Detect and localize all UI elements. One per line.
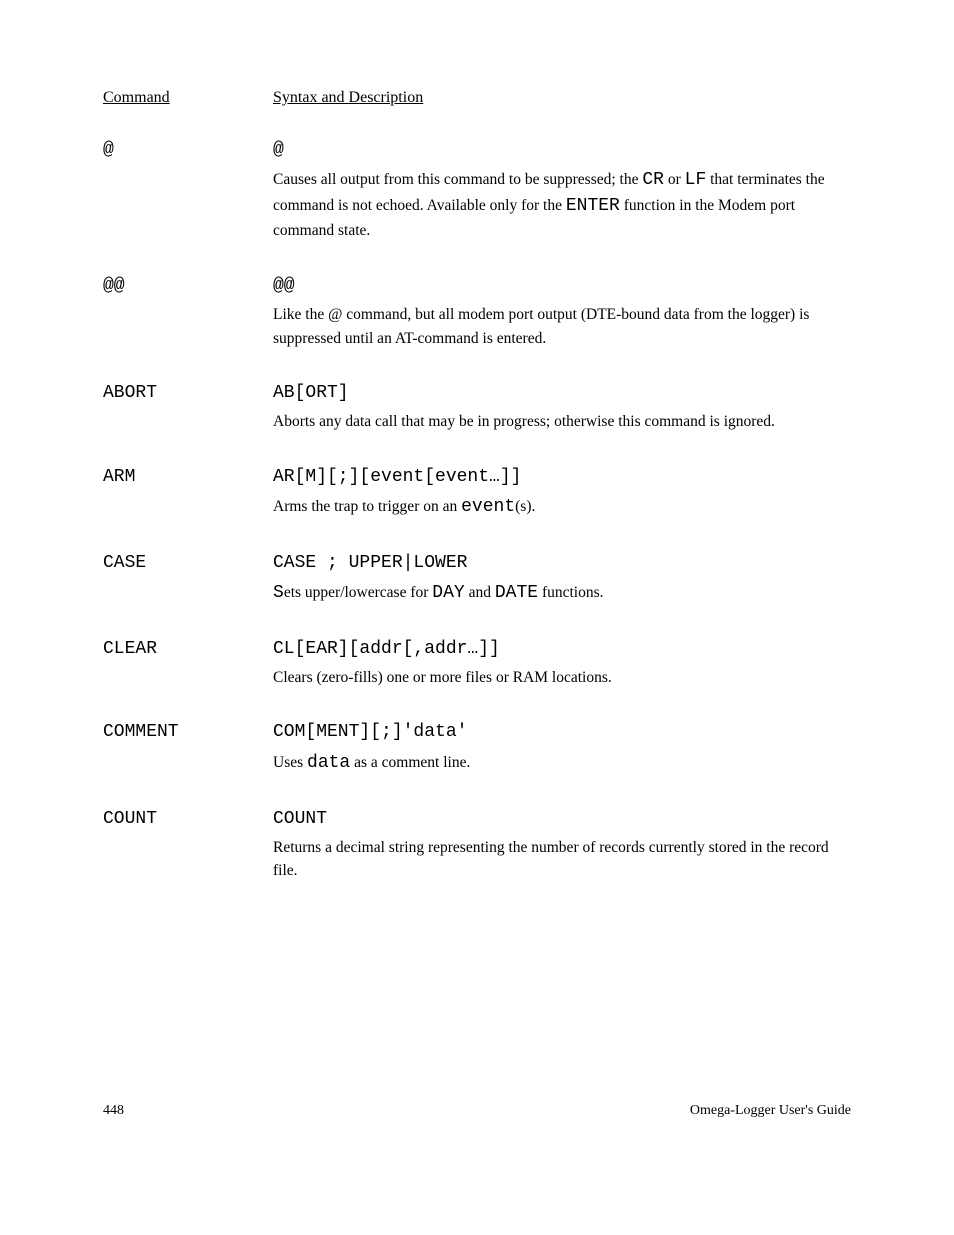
desc-text: Aborts any data call that may be in prog…: [273, 413, 775, 430]
inline-code: DAY: [432, 583, 464, 603]
desc-text: ets upper/lowercase for: [284, 584, 432, 601]
desc-text: Returns a decimal string representing th…: [273, 839, 829, 879]
command-syntax: CASE ; UPPER|LOWER: [273, 550, 851, 576]
command-description: Arms the trap to trigger on an event(s).: [273, 494, 851, 520]
document-page: Command Syntax and Description @@Causes …: [0, 0, 954, 1179]
desc-text: (s).: [515, 498, 535, 515]
page-number: 448: [103, 1103, 124, 1119]
command-body: @@ Like the @ command, but all modem port…: [273, 273, 851, 350]
command-body: AB[ORT] Aborts any data call that may be …: [273, 380, 851, 434]
command-body: CL[EAR][addr[,addr…]] Clears (zero-fills)…: [273, 636, 851, 690]
footer: 448 Omega-Logger User's Guide: [103, 1103, 851, 1119]
command-body: CASE ; UPPER|LOWER Sets upper/lowercase f…: [273, 550, 851, 606]
command-description: Aborts any data call that may be in prog…: [273, 410, 851, 433]
command-syntax: AR[M][;][event[event…]]: [273, 464, 851, 490]
inline-code: ENTER: [566, 196, 620, 216]
command-body: AR[M][;][event[event…]] Arms the trap to …: [273, 464, 851, 520]
desc-text: functions.: [538, 584, 603, 601]
desc-text: Arms the trap to trigger on an: [273, 498, 461, 515]
command-syntax: AB[ORT]: [273, 380, 851, 406]
command-description: Like the @ command, but all modem port o…: [273, 303, 851, 350]
command-description: Sets upper/lowercase for DAY and DATE fu…: [273, 580, 851, 606]
desc-text: and: [465, 584, 495, 601]
command-list: @@Causes all output from this command to…: [103, 137, 851, 883]
command-name: CLEAR: [103, 636, 273, 690]
desc-text: as a comment line.: [350, 754, 470, 771]
desc-text: Like the @ command, but all modem port o…: [273, 306, 809, 346]
command-body: COM[MENT][;]'data' Uses data as a comment…: [273, 719, 851, 775]
inline-code: event: [461, 497, 515, 517]
header-syntax: Syntax and Description: [273, 88, 851, 107]
command-name: COMMENT: [103, 719, 273, 775]
command-description: Uses data as a comment line.: [273, 750, 851, 776]
desc-text: Causes all output from this command to b…: [273, 171, 642, 188]
command-name: COUNT: [103, 806, 273, 883]
command-entry: ABORTAB[ORT] Aborts any data call that ma…: [103, 380, 851, 434]
command-entry: COMMENTCOM[MENT][;]'data' Uses data as a …: [103, 719, 851, 775]
command-body: @ Causes all output from this command to …: [273, 137, 851, 243]
header-command: Command: [103, 88, 273, 107]
command-syntax: COUNT: [273, 806, 851, 832]
command-entry: COUNTCOUNTReturns a decimal string repre…: [103, 806, 851, 883]
command-name: CASE: [103, 550, 273, 606]
command-name: @@: [103, 273, 273, 350]
footer-title: Omega-Logger User's Guide: [690, 1103, 851, 1119]
inline-code: data: [307, 753, 350, 773]
inline-code: CR: [642, 170, 664, 190]
inline-code: DATE: [495, 583, 538, 603]
command-description: Clears (zero-fills) one or more files or…: [273, 666, 851, 689]
command-entry: CLEARCL[EAR][addr[,addr…]] Clears (zero-f…: [103, 636, 851, 690]
command-description: Causes all output from this command to b…: [273, 167, 851, 243]
command-entry: @@Causes all output from this command to…: [103, 137, 851, 243]
table-header: Command Syntax and Description: [103, 88, 851, 107]
command-description: Returns a decimal string representing th…: [273, 836, 851, 883]
command-syntax: COM[MENT][;]'data': [273, 719, 851, 745]
command-name: ARM: [103, 464, 273, 520]
desc-text: Clears (zero-fills) one or more files or…: [273, 669, 612, 686]
inline-code: S: [273, 583, 284, 603]
command-entry: CASECASE ; UPPER|LOWER Sets upper/lowerca…: [103, 550, 851, 606]
inline-code: LF: [685, 170, 707, 190]
command-entry: @@@@Like the @ command, but all modem po…: [103, 273, 851, 350]
command-entry: ARMAR[M][;][event[event…]] Arms the trap …: [103, 464, 851, 520]
command-syntax: @@: [273, 273, 851, 299]
command-name: ABORT: [103, 380, 273, 434]
command-name: @: [103, 137, 273, 243]
command-syntax: CL[EAR][addr[,addr…]]: [273, 636, 851, 662]
desc-text: Uses: [273, 754, 307, 771]
command-body: COUNT Returns a decimal string representi…: [273, 806, 851, 883]
desc-text: or: [664, 171, 685, 188]
command-syntax: @: [273, 137, 851, 163]
